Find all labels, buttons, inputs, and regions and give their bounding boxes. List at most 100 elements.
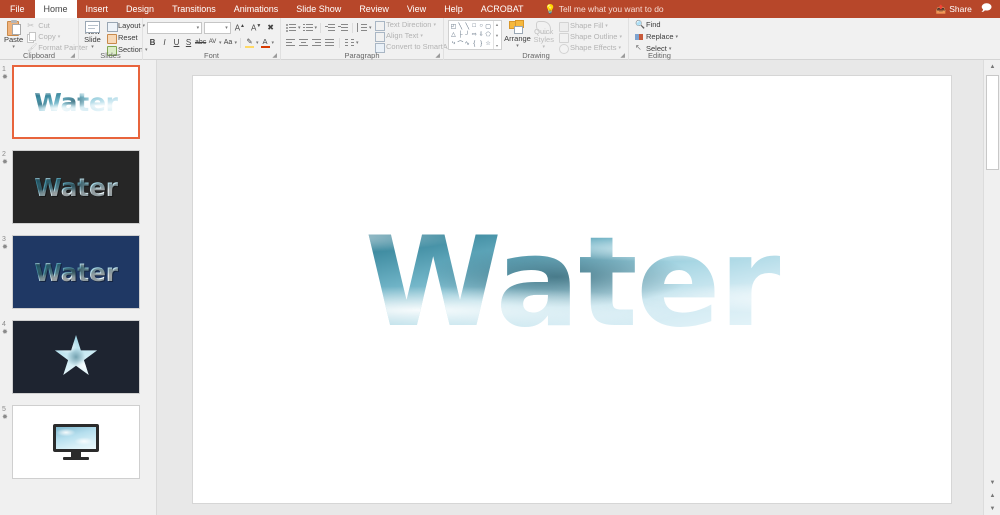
- scrollbar-thumb[interactable]: [986, 75, 999, 170]
- shape-fill-button[interactable]: Shape Fill ▾: [557, 21, 624, 32]
- bullets-dropdown-icon[interactable]: ▾: [298, 25, 301, 31]
- scroll-up-arrow-icon[interactable]: ▲: [984, 60, 1000, 73]
- thumbnail-frame[interactable]: [12, 320, 140, 394]
- new-slide-button[interactable]: New Slide ▾: [83, 20, 102, 50]
- replace-button[interactable]: Replace ▾: [633, 32, 686, 42]
- slide-title-textbox[interactable]: Water: [193, 221, 951, 345]
- shape-glyph-5[interactable]: ▢: [485, 22, 492, 31]
- grow-font-button[interactable]: A▲: [233, 21, 247, 34]
- paste-button[interactable]: Paste ▾: [4, 20, 23, 50]
- font-name-dropdown-icon[interactable]: ▾: [197, 25, 200, 31]
- thumbnail-frame[interactable]: Water: [12, 150, 140, 224]
- tab-acrobat[interactable]: ACROBAT: [472, 0, 533, 18]
- find-button[interactable]: Find: [633, 20, 686, 30]
- shape-glyph-2[interactable]: ╲: [464, 22, 471, 31]
- shape-glyph-0[interactable]: ◰: [450, 22, 457, 31]
- tab-transitions[interactable]: Transitions: [163, 0, 225, 18]
- tab-review[interactable]: Review: [350, 0, 398, 18]
- numbering-dropdown-icon[interactable]: ▾: [315, 25, 318, 31]
- justify-button[interactable]: [324, 37, 336, 48]
- shape-outline-dropdown-icon[interactable]: ▾: [619, 32, 622, 42]
- align-text-dropdown-icon[interactable]: ▾: [420, 31, 423, 41]
- character-spacing-dropdown-icon[interactable]: ▾: [219, 40, 222, 46]
- bullets-button[interactable]: [285, 22, 297, 33]
- character-spacing-button[interactable]: AV: [207, 37, 218, 48]
- columns-button[interactable]: [343, 37, 355, 48]
- tab-insert[interactable]: Insert: [77, 0, 118, 18]
- text-direction-dropdown-icon[interactable]: ▾: [433, 20, 436, 30]
- change-case-button[interactable]: Aa: [223, 37, 234, 48]
- italic-button[interactable]: I: [159, 37, 170, 48]
- drawing-dialog-launcher-icon[interactable]: ◢: [620, 52, 625, 59]
- comment-icon[interactable]: 🗩: [981, 4, 992, 14]
- shape-glyph-13[interactable]: ⌒: [457, 39, 464, 48]
- shapes-more-icon[interactable]: ▾: [496, 43, 498, 48]
- paste-dropdown-icon[interactable]: ▾: [12, 44, 15, 50]
- slide-thumbnail-pane[interactable]: 1 ✸ Water 2 ✸ Water 3 ✸ Water 4 ✸ 5 ✸: [0, 60, 157, 515]
- shape-glyph-17[interactable]: ☆: [485, 39, 492, 48]
- align-right-button[interactable]: [311, 37, 323, 48]
- shape-glyph-11[interactable]: ⬠: [485, 31, 492, 40]
- text-highlight-dropdown-icon[interactable]: ▾: [256, 40, 259, 46]
- shape-outline-button[interactable]: Shape Outline ▾: [557, 32, 624, 43]
- replace-dropdown-icon[interactable]: ▾: [676, 32, 679, 42]
- shapes-scroll-down-icon[interactable]: ▼: [495, 33, 499, 38]
- new-slide-dropdown-icon[interactable]: ▾: [91, 44, 94, 50]
- clear-formatting-icon[interactable]: ✖: [265, 22, 276, 33]
- text-shadow-button[interactable]: S: [183, 37, 194, 48]
- arrange-dropdown-icon[interactable]: ▾: [516, 43, 519, 49]
- tab-slide-show[interactable]: Slide Show: [287, 0, 350, 18]
- font-color-dropdown-icon[interactable]: ▾: [272, 40, 275, 46]
- bold-button[interactable]: B: [147, 37, 158, 48]
- increase-indent-button[interactable]: [337, 22, 349, 33]
- thumbnail-frame[interactable]: Water: [12, 65, 140, 139]
- shrink-font-button[interactable]: A▼: [249, 21, 263, 34]
- vertical-scrollbar[interactable]: ▲ ▼ ▲ ▼: [983, 60, 1000, 515]
- font-size-input[interactable]: ▾: [204, 21, 231, 34]
- arrange-button[interactable]: Arrange ▾: [504, 20, 531, 50]
- shape-glyph-15[interactable]: {: [471, 39, 478, 48]
- quick-styles-dropdown-icon[interactable]: ▾: [542, 44, 545, 50]
- shape-fill-dropdown-icon[interactable]: ▾: [605, 21, 608, 31]
- underline-button[interactable]: U: [171, 37, 182, 48]
- tab-home[interactable]: Home: [34, 0, 77, 18]
- tab-animations[interactable]: Animations: [225, 0, 288, 18]
- strikethrough-button[interactable]: abc: [195, 37, 206, 48]
- shape-glyph-16[interactable]: }: [478, 39, 485, 48]
- columns-dropdown-icon[interactable]: ▾: [356, 40, 359, 46]
- line-spacing-dropdown-icon[interactable]: ▾: [369, 25, 372, 31]
- shape-glyph-7[interactable]: ├: [457, 31, 464, 40]
- scroll-down-arrow-icon[interactable]: ▼: [984, 476, 1000, 489]
- shape-glyph-14[interactable]: ∿: [464, 39, 471, 48]
- shape-glyph-10[interactable]: ⇩: [478, 31, 485, 40]
- slide-thumbnail-5[interactable]: 5 ✸: [0, 400, 156, 485]
- thumbnail-frame[interactable]: Water: [12, 235, 140, 309]
- decrease-indent-button[interactable]: [324, 22, 336, 33]
- thumbnail-frame[interactable]: [12, 405, 140, 479]
- shape-glyph-4[interactable]: ○: [478, 22, 485, 31]
- shape-glyph-1[interactable]: ╲: [457, 22, 464, 31]
- quick-styles-button[interactable]: Quick Styles ▾: [534, 20, 554, 50]
- next-slide-button[interactable]: ▼: [984, 502, 1000, 515]
- numbering-button[interactable]: [302, 22, 314, 33]
- line-spacing-button[interactable]: [356, 22, 368, 33]
- align-center-button[interactable]: [298, 37, 310, 48]
- align-left-button[interactable]: [285, 37, 297, 48]
- previous-slide-button[interactable]: ▲: [984, 489, 1000, 502]
- tab-help[interactable]: Help: [435, 0, 472, 18]
- tell-me-search[interactable]: 💡 Tell me what you want to do: [545, 0, 664, 18]
- font-size-dropdown-icon[interactable]: ▾: [225, 25, 228, 31]
- share-button[interactable]: 📤 Share: [936, 4, 972, 15]
- slide-thumbnail-1[interactable]: 1 ✸ Water: [0, 60, 156, 145]
- shape-glyph-6[interactable]: △: [450, 31, 457, 40]
- shapes-scroll-up-icon[interactable]: ▲: [495, 22, 499, 27]
- slide-thumbnail-4[interactable]: 4 ✸: [0, 315, 156, 400]
- shapes-gallery[interactable]: ◰ ╲ ╲ □ ○ ▢ △ ├ ┘ ⇨ ⇩ ⬠ ⤷ ⌒ ∿{} ☆ ▲ ▼ ▾: [448, 20, 502, 50]
- shape-glyph-8[interactable]: ┘: [464, 31, 471, 40]
- change-case-dropdown-icon[interactable]: ▾: [235, 40, 238, 46]
- text-highlight-color-button[interactable]: ✎: [244, 37, 255, 48]
- paragraph-dialog-launcher-icon[interactable]: ◢: [435, 52, 440, 59]
- slide-canvas[interactable]: Water: [193, 76, 951, 503]
- tab-view[interactable]: View: [398, 0, 435, 18]
- shape-glyph-3[interactable]: □: [471, 22, 478, 31]
